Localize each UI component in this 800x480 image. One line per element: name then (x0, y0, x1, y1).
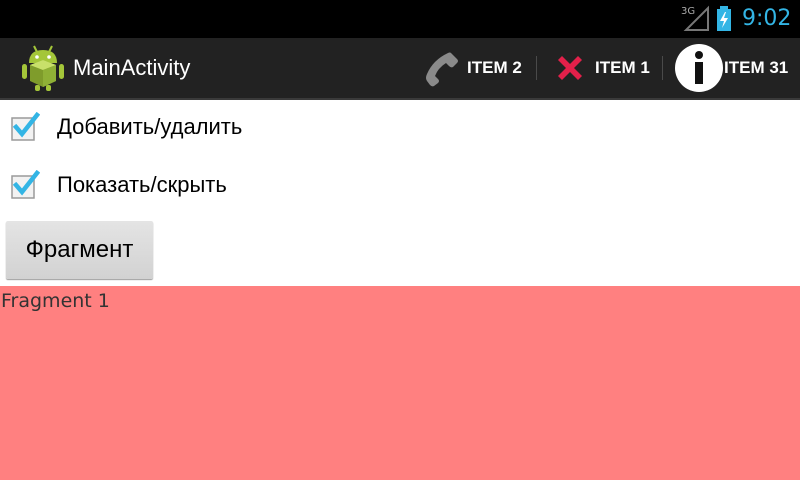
checkbox-label: Добавить/удалить (57, 114, 243, 139)
action-item-2[interactable]: ITEM 2 (420, 38, 532, 98)
android-icon[interactable] (20, 44, 66, 92)
action-item-1[interactable]: ITEM 1 (548, 38, 658, 98)
phone-icon (426, 52, 458, 87)
action-item-31[interactable]: ITEM 31 (672, 38, 798, 98)
checkbox-label: Показать/скрыть (57, 172, 227, 197)
fragment-text: Fragment 1 (1, 290, 110, 312)
info-icon (675, 44, 723, 92)
fragment-container: Fragment 1 (0, 286, 800, 480)
checkbox-show-hide[interactable]: Показать/скрыть (0, 156, 800, 214)
action-divider (536, 56, 537, 80)
status-clock: 9:02 (742, 6, 792, 31)
action-item-label: ITEM 1 (595, 58, 650, 77)
fragment-button[interactable]: Фрагмент (6, 221, 153, 279)
app-title: MainActivity (73, 55, 191, 80)
network-type-label: 3G (681, 6, 695, 17)
battery-charging-icon (717, 6, 731, 31)
action-bar: MainActivity ITEM 2 ITEM 1 ITEM 31 (0, 38, 800, 100)
signal-3g-icon: 3G (681, 5, 709, 31)
checkbox-checked-icon[interactable] (10, 170, 40, 200)
action-item-label: ITEM 31 (724, 58, 789, 77)
status-bar: 3G 9:02 (0, 0, 800, 38)
checkbox-checked-icon[interactable] (10, 112, 40, 142)
close-icon (558, 56, 582, 80)
action-item-label: ITEM 2 (467, 58, 522, 77)
action-divider (662, 56, 663, 80)
checkbox-add-remove[interactable]: Добавить/удалить (0, 98, 800, 156)
